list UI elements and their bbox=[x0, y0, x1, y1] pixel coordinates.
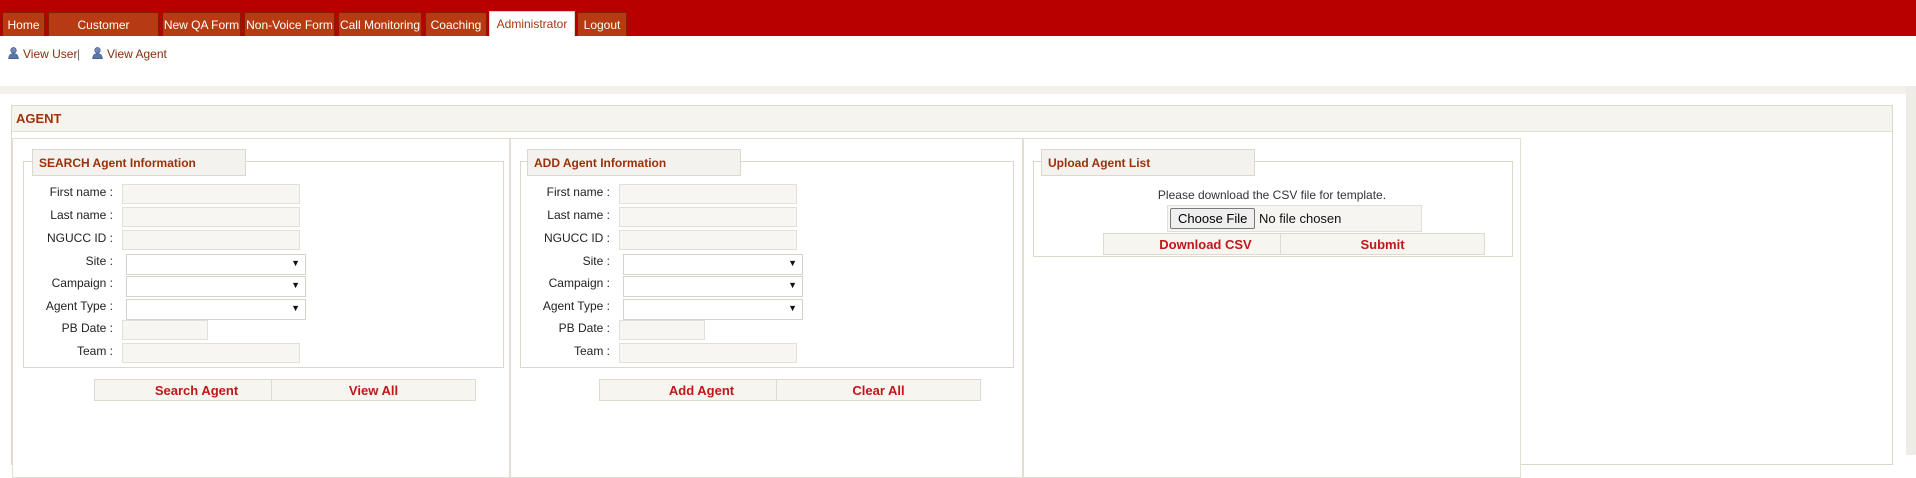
add-agent-legend: ADD Agent Information bbox=[527, 149, 741, 176]
agent-panel-header: AGENT bbox=[12, 106, 1892, 132]
first-name-label: First name : bbox=[49, 185, 113, 199]
last-name-label: Last name : bbox=[50, 208, 113, 222]
dropdown-arrow-icon: ▼ bbox=[291, 303, 300, 313]
divider bbox=[0, 86, 1916, 94]
campaign-label: Campaign : bbox=[548, 276, 610, 290]
dropdown-arrow-icon: ▼ bbox=[291, 258, 300, 268]
pb-date-label: PB Date : bbox=[558, 321, 610, 335]
subnav-separator: | bbox=[77, 47, 81, 61]
upload-agent-column: Upload Agent List Please download the CS… bbox=[1023, 138, 1521, 478]
search-last-name-input[interactable] bbox=[122, 207, 300, 227]
campaign-label: Campaign : bbox=[51, 276, 113, 290]
upload-instructions: Please download the CSV file for templat… bbox=[1157, 188, 1387, 202]
tab-coaching[interactable]: Coaching bbox=[425, 12, 487, 36]
agent-type-label: Agent Type : bbox=[542, 299, 610, 313]
view-agent-label: View Agent bbox=[107, 47, 167, 61]
search-team-input[interactable] bbox=[122, 343, 300, 363]
team-label: Team : bbox=[76, 344, 113, 358]
agent-panel-title: AGENT bbox=[16, 111, 62, 126]
dropdown-arrow-icon: ▼ bbox=[291, 280, 300, 290]
add-pb-date-input[interactable] bbox=[619, 320, 705, 340]
view-user-label: View User bbox=[23, 47, 78, 61]
dropdown-arrow-icon: ▼ bbox=[788, 303, 797, 313]
clear-all-button[interactable]: Clear All bbox=[776, 379, 981, 401]
last-name-label: Last name : bbox=[547, 208, 610, 222]
tab-home[interactable]: Home bbox=[2, 12, 45, 36]
submit-button[interactable]: Submit bbox=[1280, 233, 1485, 255]
add-first-name-input[interactable] bbox=[619, 184, 797, 204]
add-agent-button[interactable]: Add Agent bbox=[599, 379, 804, 401]
dropdown-arrow-icon: ▼ bbox=[788, 280, 797, 290]
site-label: Site : bbox=[582, 254, 610, 268]
choose-file-button[interactable]: Choose File bbox=[1170, 208, 1256, 229]
tab-administrator[interactable]: Administrator bbox=[489, 11, 575, 36]
search-site-select[interactable]: ▼ bbox=[126, 254, 306, 275]
add-agent-type-select[interactable]: ▼ bbox=[623, 299, 803, 320]
search-agent-type-select[interactable]: ▼ bbox=[126, 299, 306, 320]
search-agent-legend: SEARCH Agent Information bbox=[32, 149, 246, 176]
user-icon bbox=[92, 46, 103, 64]
add-campaign-select[interactable]: ▼ bbox=[623, 276, 803, 297]
search-agent-column: SEARCH Agent Information First name : La… bbox=[12, 138, 510, 478]
team-label: Team : bbox=[573, 344, 610, 358]
search-pb-date-input[interactable] bbox=[122, 320, 208, 340]
first-name-label: First name : bbox=[546, 185, 610, 199]
tab-call-monitoring[interactable]: Call Monitoring bbox=[338, 12, 422, 36]
file-status-text: No file chosen bbox=[1259, 211, 1342, 226]
ngucc-id-label: NGUCC ID : bbox=[47, 231, 113, 245]
pb-date-label: PB Date : bbox=[61, 321, 113, 335]
agent-type-label: Agent Type : bbox=[45, 299, 113, 313]
search-agent-button[interactable]: Search Agent bbox=[94, 379, 299, 401]
scrollbar-track[interactable] bbox=[1906, 86, 1916, 455]
view-agent-link[interactable]: View Agent bbox=[92, 45, 167, 63]
search-ngucc-id-input[interactable] bbox=[122, 230, 300, 250]
tab-customer-complaint[interactable]: Customer Complaint bbox=[48, 12, 159, 56]
view-all-button[interactable]: View All bbox=[271, 379, 476, 401]
agent-panel: AGENT SEARCH Agent Information First nam… bbox=[11, 105, 1893, 478]
upload-agent-legend: Upload Agent List bbox=[1041, 149, 1255, 176]
add-agent-column: ADD Agent Information First name : Last … bbox=[510, 138, 1023, 478]
add-ngucc-id-input[interactable] bbox=[619, 230, 797, 250]
add-last-name-input[interactable] bbox=[619, 207, 797, 227]
site-label: Site : bbox=[85, 254, 113, 268]
dropdown-arrow-icon: ▼ bbox=[788, 258, 797, 268]
tab-new-qa-form[interactable]: New QA Form bbox=[162, 12, 241, 36]
add-team-input[interactable] bbox=[619, 343, 797, 363]
top-navigation-bar: Home Customer Complaint New QA Form Non-… bbox=[0, 0, 1916, 56]
add-site-select[interactable]: ▼ bbox=[623, 254, 803, 275]
search-campaign-select[interactable]: ▼ bbox=[126, 276, 306, 297]
file-upload-field: Choose File No file chosen bbox=[1167, 205, 1422, 232]
search-first-name-input[interactable] bbox=[122, 184, 300, 204]
tab-non-voice-form[interactable]: Non-Voice Form bbox=[244, 12, 335, 36]
user-icon bbox=[8, 46, 19, 64]
sub-navigation: View User | View Agent bbox=[0, 36, 1916, 86]
download-csv-button[interactable]: Download CSV bbox=[1103, 233, 1308, 255]
tab-logout[interactable]: Logout bbox=[577, 12, 627, 36]
ngucc-id-label: NGUCC ID : bbox=[544, 231, 610, 245]
view-user-link[interactable]: View User bbox=[8, 45, 77, 63]
